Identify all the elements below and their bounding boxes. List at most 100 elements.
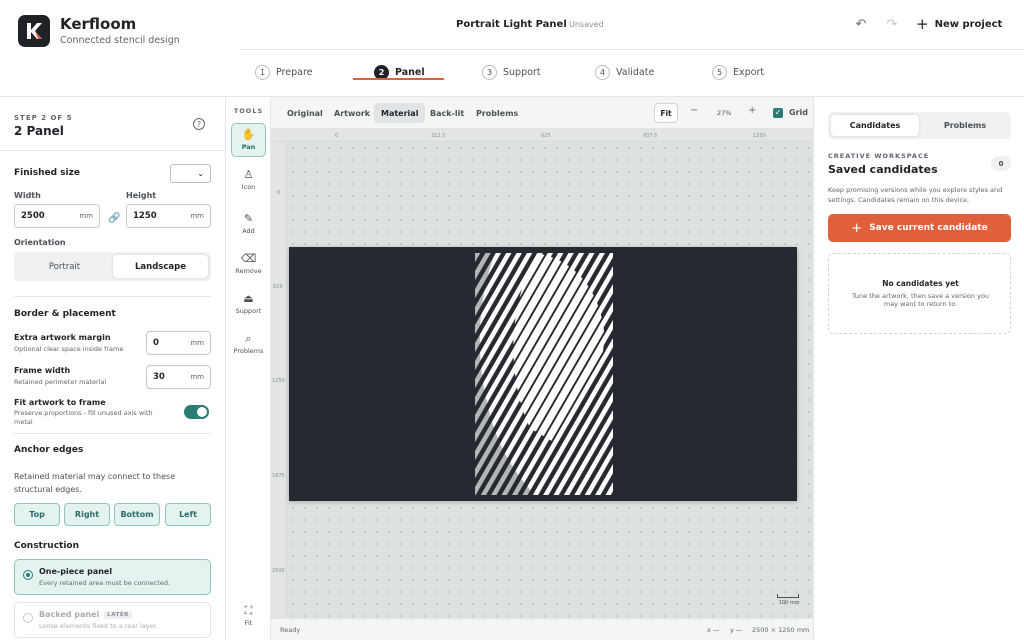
fit-tool[interactable]: ⛶ Fit bbox=[231, 599, 266, 633]
support-tool[interactable]: ⏏ Support bbox=[231, 287, 266, 321]
scale-label: 100 mm bbox=[778, 600, 800, 606]
option-title: One-piece panel bbox=[39, 567, 113, 576]
orientation-landscape[interactable]: Landscape bbox=[113, 255, 208, 278]
view-tab-problems[interactable]: Problems bbox=[469, 103, 525, 123]
remove-tool[interactable]: ⌫ Remove bbox=[231, 247, 266, 281]
finished-size-select[interactable]: ⌄ bbox=[170, 164, 211, 183]
step-label: Panel bbox=[395, 67, 425, 78]
view-tab-back-lit[interactable]: Back-lit bbox=[423, 103, 471, 123]
width-input[interactable]: 2500 mm bbox=[14, 204, 100, 228]
tab-problems[interactable]: Problems bbox=[921, 115, 1009, 136]
candidates-sidebar: Candidates Problems CREATIVE WORKSPACE S… bbox=[813, 97, 1024, 640]
help-icon[interactable]: ? bbox=[193, 118, 205, 130]
ruler-tick: 0 bbox=[277, 190, 281, 196]
status-bar: Ready x — y — 2500 × 1250 mm bbox=[271, 618, 813, 640]
view-mode-tabs: Original Artwork Material Back-lit Probl… bbox=[271, 97, 813, 129]
orientation-portrait[interactable]: Portrait bbox=[17, 255, 112, 278]
problems-tool[interactable]: ⌕ Problems bbox=[231, 327, 266, 361]
hand-icon: ✋ bbox=[241, 128, 256, 141]
edge-bottom-button[interactable]: Bottom bbox=[114, 503, 160, 526]
divider bbox=[0, 150, 225, 151]
brand-subtitle: Connected stencil design bbox=[60, 35, 180, 46]
design-canvas[interactable]: 100 mm bbox=[287, 142, 813, 618]
fit-artwork-description: Preserve proportions - fill unused axis … bbox=[14, 409, 153, 426]
view-tab-material[interactable]: Material bbox=[374, 103, 426, 123]
magnifier-icon: ⌕ bbox=[245, 332, 252, 345]
figure-icon: ♙ bbox=[243, 168, 254, 181]
empty-title: No candidates yet bbox=[882, 279, 959, 288]
icon-tool[interactable]: ♙ Icon bbox=[231, 163, 266, 197]
panel-title: 2 Panel bbox=[14, 124, 64, 138]
save-candidate-button[interactable]: + Save current candidate bbox=[828, 214, 1011, 242]
portrait-artwork bbox=[475, 253, 613, 495]
height-input[interactable]: 1250 mm bbox=[126, 204, 211, 228]
frame-width-value: 30 bbox=[153, 372, 165, 382]
one-piece-panel-option[interactable]: One-piece panel Every retained area must… bbox=[14, 559, 211, 595]
brand-name: Kerfloom bbox=[60, 15, 137, 33]
orientation-toggle: Portrait Landscape bbox=[14, 252, 211, 281]
undo-icon[interactable]: ↶ bbox=[853, 16, 869, 32]
ruler-tick: 1875 bbox=[272, 473, 285, 479]
border-placement-label: Border & placement bbox=[14, 309, 116, 319]
redo-icon[interactable]: ↷ bbox=[884, 16, 900, 32]
zoom-out-button[interactable]: − bbox=[690, 105, 698, 116]
support-icon: ⏏ bbox=[243, 292, 254, 305]
step-number: 4 bbox=[595, 65, 610, 80]
view-tab-artwork[interactable]: Artwork bbox=[327, 103, 377, 123]
margin-input[interactable]: 0 mm bbox=[146, 331, 211, 355]
chevron-down-icon: ⌄ bbox=[197, 169, 204, 178]
cursor-y: y — bbox=[730, 626, 743, 634]
stencil-panel bbox=[289, 247, 797, 501]
later-badge: LATER bbox=[104, 610, 132, 619]
app-logo bbox=[18, 15, 50, 47]
new-project-button[interactable]: + New project bbox=[916, 14, 1002, 34]
tab-candidates[interactable]: Candidates bbox=[831, 115, 919, 136]
frame-width-input[interactable]: 30 mm bbox=[146, 365, 211, 389]
step-validate[interactable]: 4 Validate bbox=[595, 65, 654, 80]
add-tool[interactable]: ✎ Add bbox=[231, 207, 266, 241]
width-label: Width bbox=[14, 191, 41, 200]
candidates-count-badge: 0 bbox=[991, 156, 1011, 171]
tool-label: Icon bbox=[241, 183, 256, 191]
edge-right-button[interactable]: Right bbox=[64, 503, 110, 526]
backed-panel-option[interactable]: Backed panel LATER Loose elements fixed t… bbox=[14, 602, 211, 638]
tool-label: Add bbox=[242, 227, 255, 235]
margin-description: Optional clear space inside frame bbox=[14, 345, 124, 353]
unit-label: mm bbox=[190, 373, 204, 381]
edge-top-button[interactable]: Top bbox=[14, 503, 60, 526]
document-status: Unsaved bbox=[569, 20, 604, 29]
pan-tool[interactable]: ✋ Pan bbox=[231, 123, 266, 157]
pen-plus-icon: ✎ bbox=[243, 212, 254, 225]
step-label: Prepare bbox=[276, 67, 313, 78]
edge-left-button[interactable]: Left bbox=[165, 503, 211, 526]
candidates-title: Saved candidates bbox=[828, 163, 938, 176]
document-title[interactable]: Portrait Light Panel bbox=[456, 19, 567, 30]
step-label: Support bbox=[503, 67, 541, 78]
workspace-label: CREATIVE WORKSPACE bbox=[828, 152, 930, 160]
zoom-in-button[interactable]: + bbox=[748, 105, 756, 116]
ruler-tick: 1250 bbox=[753, 133, 766, 139]
cursor-x: x — bbox=[707, 626, 720, 634]
plus-icon: + bbox=[916, 15, 929, 33]
frame-width-description: Retained perimeter material bbox=[14, 378, 107, 386]
link-icon[interactable]: 🔗 bbox=[108, 213, 120, 224]
ruler-tick: 312.5 bbox=[431, 133, 446, 139]
fit-view-button[interactable]: Fit bbox=[654, 103, 678, 123]
view-tab-original[interactable]: Original bbox=[280, 103, 330, 123]
step-export[interactable]: 5 Export bbox=[712, 65, 764, 80]
step-counter: STEP 2 OF 5 bbox=[14, 114, 73, 122]
save-candidate-label: Save current candidate bbox=[869, 223, 988, 233]
ruler-vertical: 0 625 1250 1875 2500 bbox=[271, 142, 287, 618]
grid-label[interactable]: Grid bbox=[789, 108, 808, 117]
radio-selected bbox=[23, 570, 33, 580]
ruler-tick: 625 bbox=[273, 284, 283, 290]
step-prepare[interactable]: 1 Prepare bbox=[255, 65, 313, 80]
grid-checkbox[interactable]: ✓ bbox=[773, 108, 783, 118]
fit-artwork-toggle[interactable] bbox=[184, 405, 209, 419]
finished-size-label: Finished size bbox=[14, 168, 80, 178]
step-support[interactable]: 3 Support bbox=[482, 65, 541, 80]
unit-label: mm bbox=[190, 339, 204, 347]
step-label: Validate bbox=[616, 67, 655, 78]
margin-value: 0 bbox=[153, 338, 159, 348]
status-text: Ready bbox=[280, 626, 301, 634]
